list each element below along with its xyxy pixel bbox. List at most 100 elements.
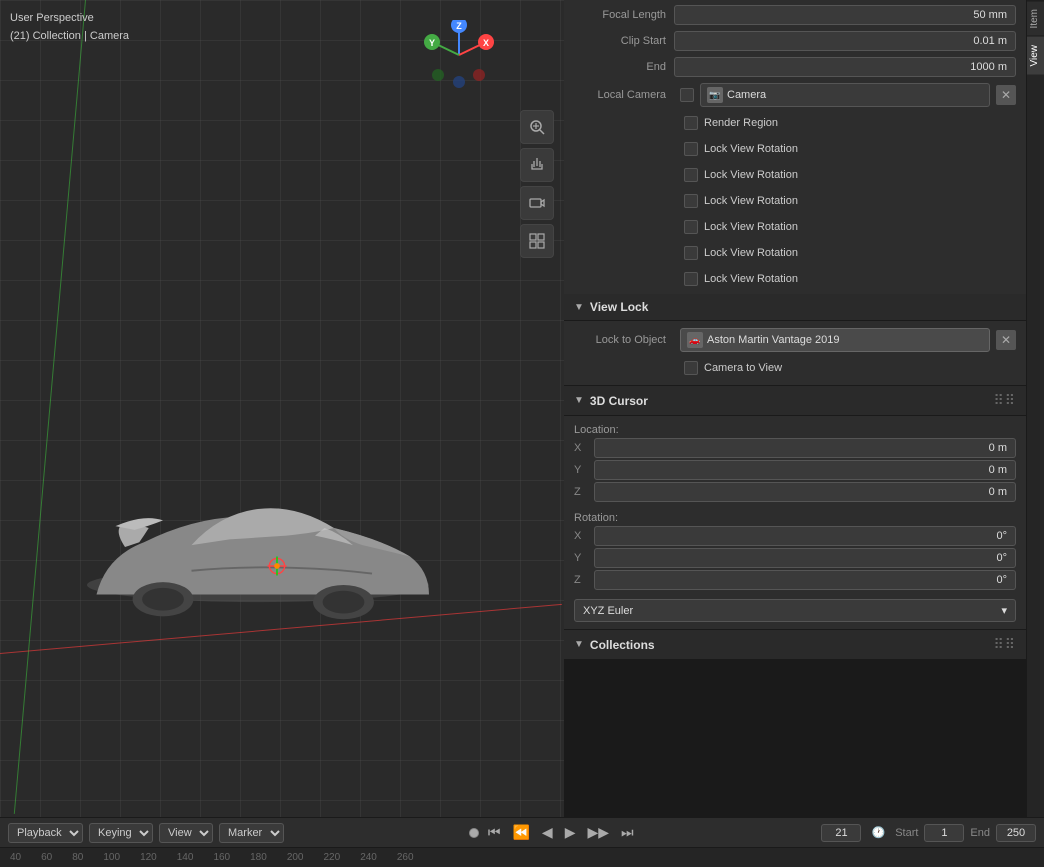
rotation-x-value[interactable]: 0°: [594, 526, 1016, 546]
keying-select[interactable]: Keying: [89, 823, 153, 843]
render-region-row: Render Region: [564, 110, 1026, 136]
end-frame-value[interactable]: 250: [996, 824, 1036, 842]
rotation-z-value[interactable]: 0°: [594, 570, 1016, 590]
cursor-3d-body: Location: X 0 m Y 0 m Z 0 m: [564, 416, 1026, 629]
lock-view-rotation-label-2: Lock View Rotation: [704, 195, 798, 207]
local-camera-row: Local Camera 📷 Camera ✕: [564, 80, 1026, 110]
collections-section: ▼ Collections ⠿⠿: [564, 630, 1026, 660]
clip-end-value[interactable]: 1000 m: [674, 57, 1016, 77]
cursor-3d-header[interactable]: ▼ 3D Cursor ⠿⠿: [564, 386, 1026, 416]
location-x-row: X 0 m: [574, 438, 1016, 458]
view-lock-header[interactable]: ▼ View Lock: [564, 294, 1026, 321]
tab-item[interactable]: Item: [1027, 0, 1044, 36]
lock-view-rotation-label-4: Lock View Rotation: [704, 247, 798, 259]
lock-object-clear-button[interactable]: ✕: [996, 330, 1016, 350]
gizmo[interactable]: Z X Y: [424, 20, 494, 90]
cursor-3d-section: ▼ 3D Cursor ⠿⠿ Location: X 0 m Y 0 m: [564, 386, 1026, 629]
skip-start-button[interactable]: ⏮: [485, 822, 504, 843]
skip-end-button[interactable]: ⏭: [618, 822, 637, 843]
location-y-axis: Y: [574, 464, 594, 476]
location-y-row: Y 0 m: [574, 460, 1016, 480]
camera-field[interactable]: 📷 Camera: [700, 83, 990, 107]
timeline-controls: Playback Keying View Marker ⏮ ⏪ ◀ ▶ ▶▶ ⏭…: [0, 818, 1044, 848]
location-x-value[interactable]: 0 m: [594, 438, 1016, 458]
focal-length-row: Focal Length 50 mm: [564, 2, 1026, 28]
tab-view[interactable]: View: [1027, 36, 1044, 75]
hand-pan-icon[interactable]: [520, 148, 554, 182]
prev-keyframe-button[interactable]: ⏪: [509, 822, 532, 843]
location-z-value[interactable]: 0 m: [594, 482, 1016, 502]
dropdown-chevron: ▾: [1001, 604, 1007, 617]
rotation-x-row: X 0°: [574, 526, 1016, 546]
grid-view-icon[interactable]: [520, 224, 554, 258]
clip-start-value[interactable]: 0.01 m: [674, 31, 1016, 51]
focal-length-value[interactable]: 50 mm: [674, 5, 1016, 25]
collections-header[interactable]: ▼ Collections ⠿⠿: [564, 630, 1026, 660]
render-region-checkbox[interactable]: [684, 116, 698, 130]
location-y-value[interactable]: 0 m: [594, 460, 1016, 480]
render-region-label: Render Region: [704, 117, 778, 129]
view-lock-section: ▼ View Lock Lock to Object 🚗 Aston Marti…: [564, 294, 1026, 385]
local-camera-clear-button[interactable]: ✕: [996, 85, 1016, 105]
lock-view-rotation-row-2: Lock View Rotation: [564, 188, 1026, 214]
lock-object-field[interactable]: 🚗 Aston Martin Vantage 2019: [680, 328, 990, 352]
lock-view-rotation-label-3: Lock View Rotation: [704, 221, 798, 233]
rotation-z-row: Z 0°: [574, 570, 1016, 590]
rotation-z-axis: Z: [574, 574, 594, 586]
clip-start-row: Clip Start 0.01 m: [564, 28, 1026, 54]
view-select[interactable]: View: [159, 823, 213, 843]
camera-view-icon[interactable]: [520, 186, 554, 220]
lock-view-rotation-checkbox-3[interactable]: [684, 220, 698, 234]
rotation-mode-dropdown[interactable]: XYZ Euler ▾: [574, 599, 1016, 622]
rotation-x-axis: X: [574, 530, 594, 542]
ruler-mark: 100: [103, 852, 120, 863]
location-z-axis: Z: [574, 486, 594, 498]
ruler-mark: 200: [287, 852, 304, 863]
local-camera-checkbox[interactable]: [680, 88, 694, 102]
lock-view-rotation-checkbox-0[interactable]: [684, 142, 698, 156]
rotation-group: Rotation: X 0° Y 0° Z 0°: [564, 508, 1026, 596]
start-label: Start: [895, 827, 918, 839]
rotation-y-value[interactable]: 0°: [594, 548, 1016, 568]
playback-select[interactable]: Playback: [8, 823, 83, 843]
panel-tabs: Item View: [1026, 0, 1044, 817]
rotation-label: Rotation:: [574, 508, 1016, 526]
lock-to-object-row: Lock to Object 🚗 Aston Martin Vantage 20…: [564, 325, 1026, 355]
lock-to-object-label: Lock to Object: [574, 334, 674, 346]
start-frame-value[interactable]: 1: [924, 824, 964, 842]
camera-to-view-checkbox[interactable]: [684, 361, 698, 375]
lock-view-rotation-checkbox-5[interactable]: [684, 272, 698, 286]
lock-view-rotation-checkbox-2[interactable]: [684, 194, 698, 208]
location-x-axis: X: [574, 442, 594, 454]
ruler-mark: 220: [324, 852, 341, 863]
panel-content: Focal Length 50 mm Clip Start 0.01 m End…: [564, 0, 1026, 817]
svg-text:Z: Z: [456, 21, 462, 31]
local-camera-label: Local Camera: [574, 89, 674, 101]
lock-view-rotation-checkbox-4[interactable]: [684, 246, 698, 260]
current-frame-value[interactable]: 21: [821, 824, 861, 842]
lock-view-rotation-row-3: Lock View Rotation: [564, 214, 1026, 240]
clip-start-label: Clip Start: [574, 35, 674, 47]
viewport[interactable]: User Perspective (21) Collection | Camer…: [0, 0, 564, 817]
location-label: Location:: [574, 420, 1016, 438]
timeline: Playback Keying View Marker ⏮ ⏪ ◀ ▶ ▶▶ ⏭…: [0, 817, 1044, 867]
collections-arrow: ▼: [574, 639, 584, 650]
prev-frame-button[interactable]: ◀: [539, 822, 556, 843]
marker-select[interactable]: Marker: [219, 823, 284, 843]
cursor-3d-arrow: ▼: [574, 395, 584, 406]
clip-end-row: End 1000 m: [564, 54, 1026, 80]
lock-view-rotation-row-1: Lock View Rotation: [564, 162, 1026, 188]
cursor-3d-dots: ⠿⠿: [993, 392, 1016, 409]
view-settings-top: Focal Length 50 mm Clip Start 0.01 m End…: [564, 0, 1026, 294]
svg-text:X: X: [483, 38, 489, 48]
timeline-ruler[interactable]: 406080100120140160180200220240260: [0, 848, 1044, 867]
ruler-mark: 180: [250, 852, 267, 863]
lock-view-rotation-label-1: Lock View Rotation: [704, 169, 798, 181]
next-frame-button[interactable]: ▶▶: [584, 822, 612, 843]
viewport-grid: [0, 0, 564, 817]
play-button[interactable]: ▶: [562, 822, 579, 843]
zoom-icon[interactable]: [520, 110, 554, 144]
keyframe-indicator: [469, 828, 479, 838]
rotation-mode-row: XYZ Euler ▾: [564, 596, 1026, 625]
lock-view-rotation-checkbox-1[interactable]: [684, 168, 698, 182]
